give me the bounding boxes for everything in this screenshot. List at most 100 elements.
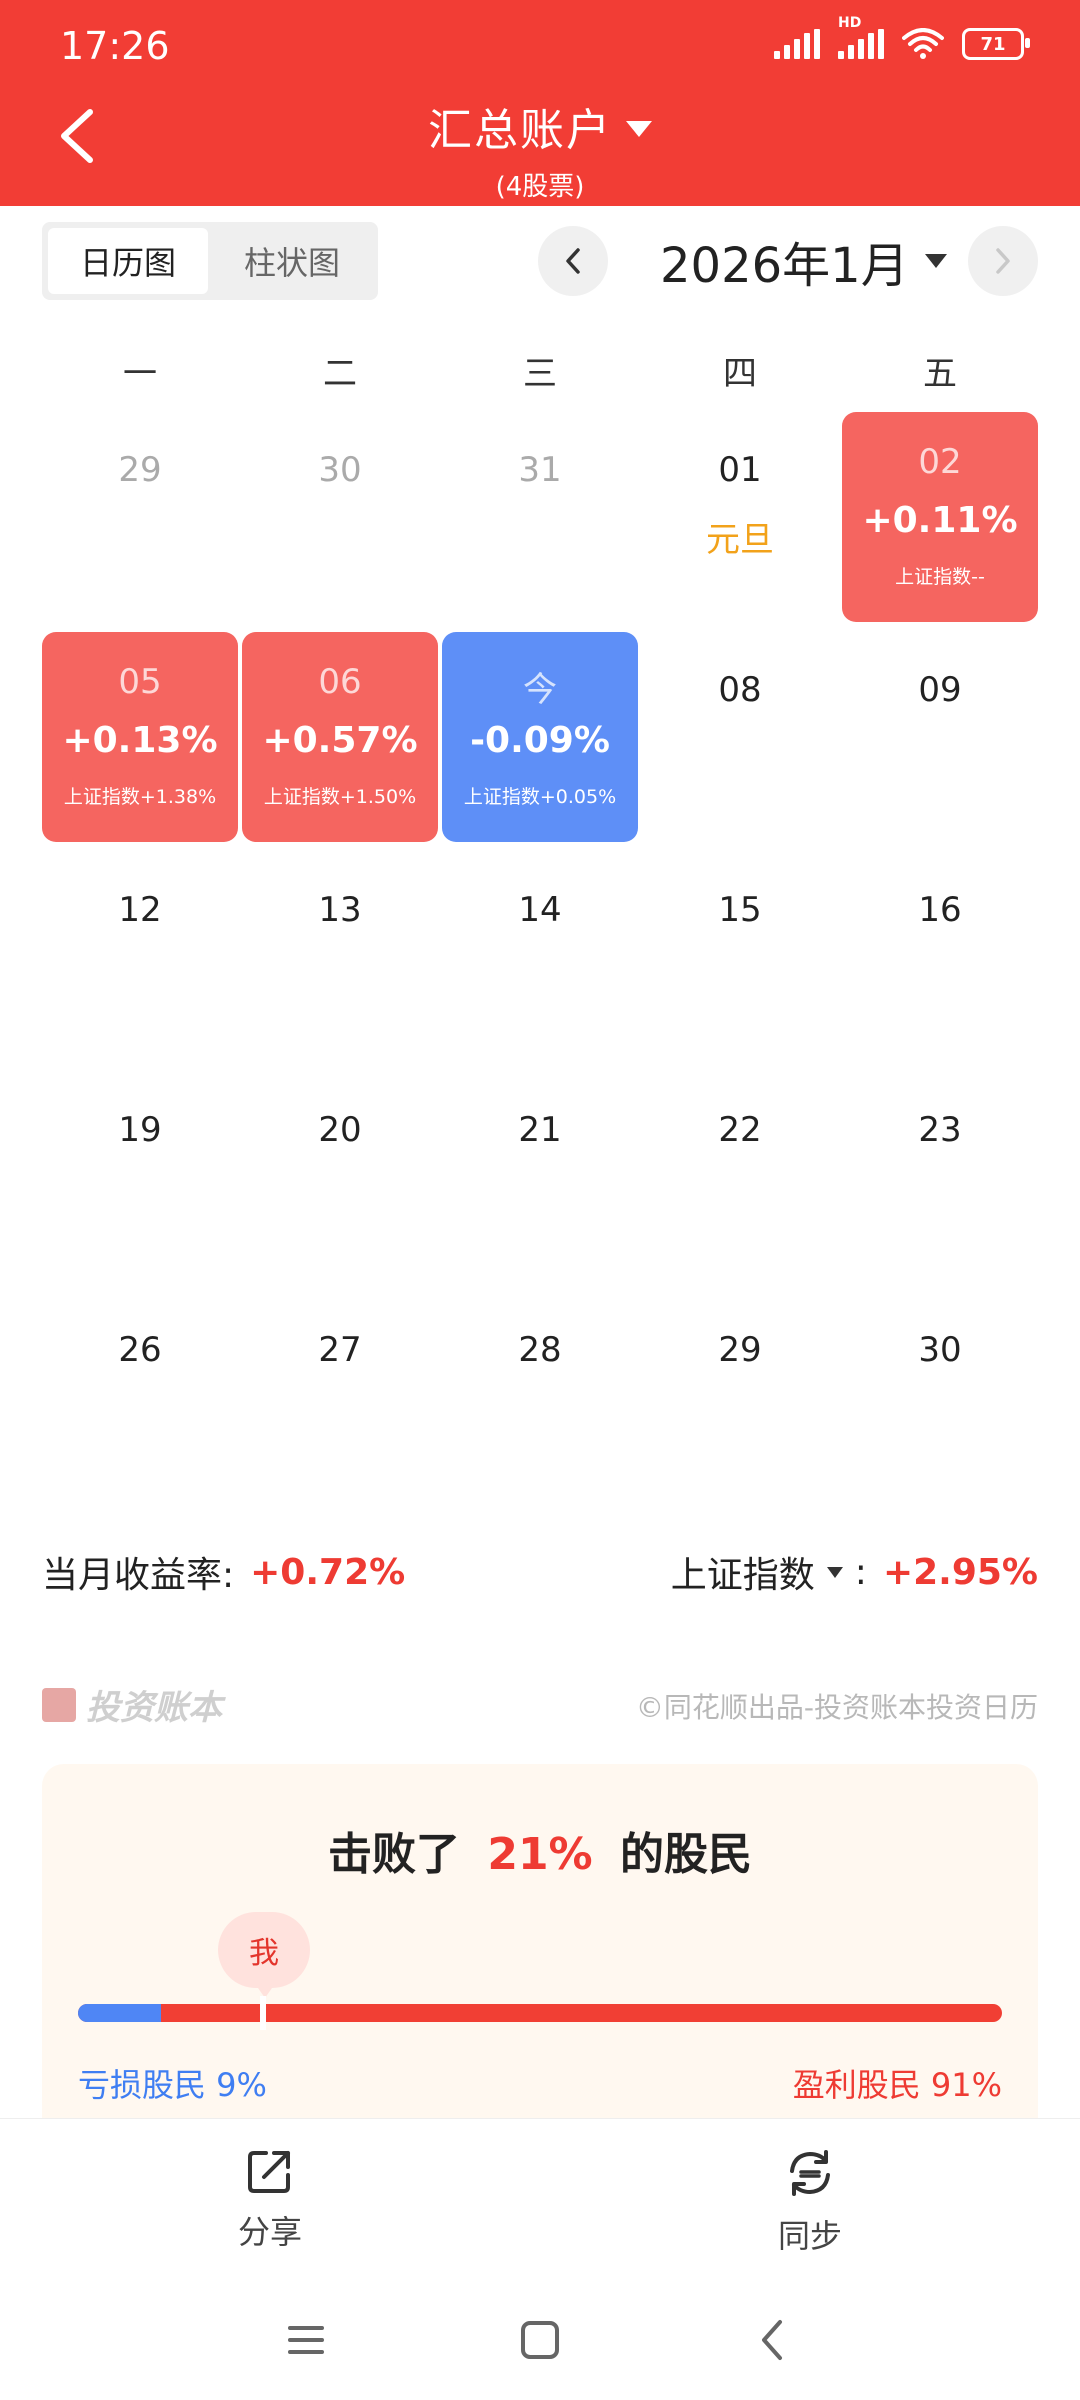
day-number: 15	[718, 890, 762, 930]
month-return-value: +0.72%	[250, 1551, 406, 1593]
calendar-day-cell[interactable]: 14	[442, 852, 638, 1062]
calendar-day-cell[interactable]: 13	[242, 852, 438, 1062]
credit-text: ©同花顺出品-投资账本投资日历	[635, 1691, 1038, 1724]
day-number: 09	[918, 670, 962, 710]
calendar-day-cell[interactable]: 09	[842, 632, 1038, 842]
network-type: HD	[838, 15, 862, 31]
calendar-day-cell[interactable]: 16	[842, 852, 1038, 1062]
day-number: 13	[318, 890, 362, 930]
day-number: 今	[523, 670, 557, 710]
calendar-day-cell[interactable]: 21	[442, 1072, 638, 1282]
day-number: 05	[118, 662, 162, 702]
day-number: 21	[518, 1110, 562, 1150]
month-return-label: 当月收益率:	[42, 1555, 235, 1596]
calendar-day-cell[interactable]: 19	[42, 1072, 238, 1282]
month-label: 2026年1月	[660, 238, 909, 294]
battery-icon: 71	[962, 28, 1030, 60]
calendar-day-cell[interactable]: 30	[842, 1292, 1038, 1502]
caret-down-icon	[626, 121, 652, 137]
next-month-button[interactable]	[968, 226, 1038, 296]
menu-icon[interactable]	[276, 2310, 336, 2370]
month-return: 当月收益率: +0.72%	[42, 1546, 405, 1598]
battery-level: 71	[980, 33, 1006, 55]
back-icon[interactable]	[744, 2310, 804, 2370]
home-icon[interactable]	[510, 2310, 570, 2370]
status-time: 17:26	[60, 24, 170, 68]
signal-icon	[774, 29, 820, 59]
day-number: 19	[118, 1110, 162, 1150]
day-number: 23	[918, 1110, 962, 1150]
calendar-day-cell[interactable]: 06 +0.57% 上证指数+1.50%	[242, 632, 438, 842]
brand-logo-text: 投资账本	[86, 1688, 222, 1728]
caret-down-icon	[924, 254, 947, 268]
day-number: 08	[718, 670, 762, 710]
index-selector[interactable]: 上证指数	[671, 1546, 815, 1598]
calendar-day-cell[interactable]: 23	[842, 1072, 1038, 1282]
index-change: 上证指数+1.38%	[63, 786, 217, 808]
calendar-day-cell[interactable]: 01 元旦	[642, 412, 838, 622]
index-return-value: +2.95%	[882, 1551, 1038, 1593]
system-nav-bar	[0, 2278, 1080, 2400]
account-subtitle: (4股票)	[495, 172, 585, 202]
me-marker: 我	[218, 1912, 310, 1998]
sync-label: 同步	[777, 2217, 842, 2255]
loss-investors-label: 亏损股民 9%	[78, 2066, 267, 2104]
calendar-day-cell[interactable]: 15	[642, 852, 838, 1062]
account-title[interactable]: 汇总账户	[0, 94, 1080, 158]
ledger-logo-icon	[42, 1687, 76, 1722]
calendar-day-cell[interactable]: 12	[42, 852, 238, 1062]
day-number: 26	[118, 1330, 162, 1370]
brand-logo: 投资账本	[42, 1680, 222, 1729]
calendar-day-cell[interactable]: 20	[242, 1072, 438, 1282]
day-number: 06	[318, 662, 362, 702]
calendar-day-cell[interactable]: 27	[242, 1292, 438, 1502]
calendar-day-cell[interactable]: 02 +0.11% 上证指数--	[842, 412, 1038, 622]
index-return: 上证指数 : +2.95%	[671, 1546, 1038, 1598]
day-number: 16	[918, 890, 962, 930]
calendar-day-cell[interactable]: 今 -0.09% 上证指数+0.05%	[442, 632, 638, 842]
daily-return: +0.13%	[62, 720, 218, 761]
day-number: 22	[718, 1110, 762, 1150]
calendar-day-cell[interactable]: 08	[642, 632, 838, 842]
calendar-day-cell[interactable]: 29	[42, 412, 238, 622]
loss-segment	[78, 2004, 162, 2022]
share-icon	[248, 2151, 290, 2193]
index-change: 上证指数+0.05%	[463, 786, 617, 808]
tab-bar-chart-view[interactable]: 柱状图	[212, 228, 372, 294]
day-number: 28	[518, 1330, 562, 1370]
calendar-day-cell[interactable]: 05 +0.13% 上证指数+1.38%	[42, 632, 238, 842]
beat-card: 击败了 21% 的股民 我 亏损股民 9% 盈利股民 91%	[42, 1764, 1038, 2124]
calendar-day-cell[interactable]: 31	[442, 412, 638, 622]
calendar-day-cell[interactable]: 28	[442, 1292, 638, 1502]
caret-down-icon[interactable]	[826, 1566, 843, 1578]
beat-percent: 21%	[487, 1829, 593, 1880]
calendar-day-cell[interactable]: 22	[642, 1072, 838, 1282]
account-title-text: 汇总账户	[428, 105, 612, 156]
daily-return: +0.11%	[862, 500, 1018, 541]
rank-bar	[78, 2004, 1002, 2022]
prev-month-button[interactable]	[538, 226, 608, 296]
day-number: 01	[718, 450, 762, 490]
calendar-day-cell[interactable]: 26	[42, 1292, 238, 1502]
view-toggle: 日历图 柱状图	[42, 222, 378, 300]
index-change: 上证指数--	[895, 566, 985, 588]
weekday-mon: 一	[123, 354, 157, 394]
title-area[interactable]: 汇总账户 (4股票)	[0, 94, 1080, 203]
day-number: 20	[318, 1110, 362, 1150]
day-number: 31	[518, 450, 562, 490]
profit-investors-label: 盈利股民 91%	[792, 2066, 1002, 2104]
daily-return: +0.57%	[262, 720, 418, 761]
month-selector[interactable]: 2026年1月	[660, 226, 947, 296]
me-position-mark	[260, 1996, 266, 2030]
calendar-day-cell[interactable]: 30	[242, 412, 438, 622]
index-change: 上证指数+1.50%	[263, 786, 417, 808]
index-separator: :	[854, 1551, 867, 1593]
tab-calendar-view[interactable]: 日历图	[48, 228, 208, 294]
bottom-action-bar: 分享 同步	[0, 2118, 1080, 2279]
sync-icon	[790, 2150, 830, 2196]
chevron-left-icon	[566, 248, 580, 274]
calendar-day-cell[interactable]: 29	[642, 1292, 838, 1502]
share-button[interactable]: 分享	[180, 2147, 360, 2253]
hd-signal-icon: HD	[838, 15, 884, 59]
sync-button[interactable]: 同步	[720, 2147, 900, 2257]
